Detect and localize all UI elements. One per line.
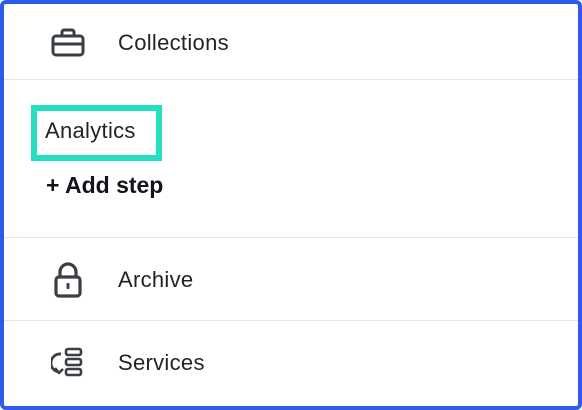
menu-panel: Collections Analytics + Add step Archive: [0, 0, 582, 410]
menu-item-label: Services: [118, 350, 205, 375]
divider: [4, 79, 578, 80]
divider: [4, 320, 578, 321]
menu-item-label: Collections: [118, 30, 229, 55]
menu-item-collections[interactable]: Collections: [4, 4, 578, 82]
menu-item-label: Archive: [118, 266, 194, 292]
services-stack-icon: [50, 345, 86, 381]
lock-icon: [50, 261, 86, 298]
menu-item-services[interactable]: Services: [4, 322, 578, 404]
menu-item-archive[interactable]: Archive: [4, 239, 578, 320]
divider: [4, 237, 578, 238]
briefcase-icon: [50, 25, 86, 61]
analytics-label[interactable]: Analytics: [45, 118, 136, 144]
add-step-button[interactable]: + Add step: [46, 172, 163, 199]
